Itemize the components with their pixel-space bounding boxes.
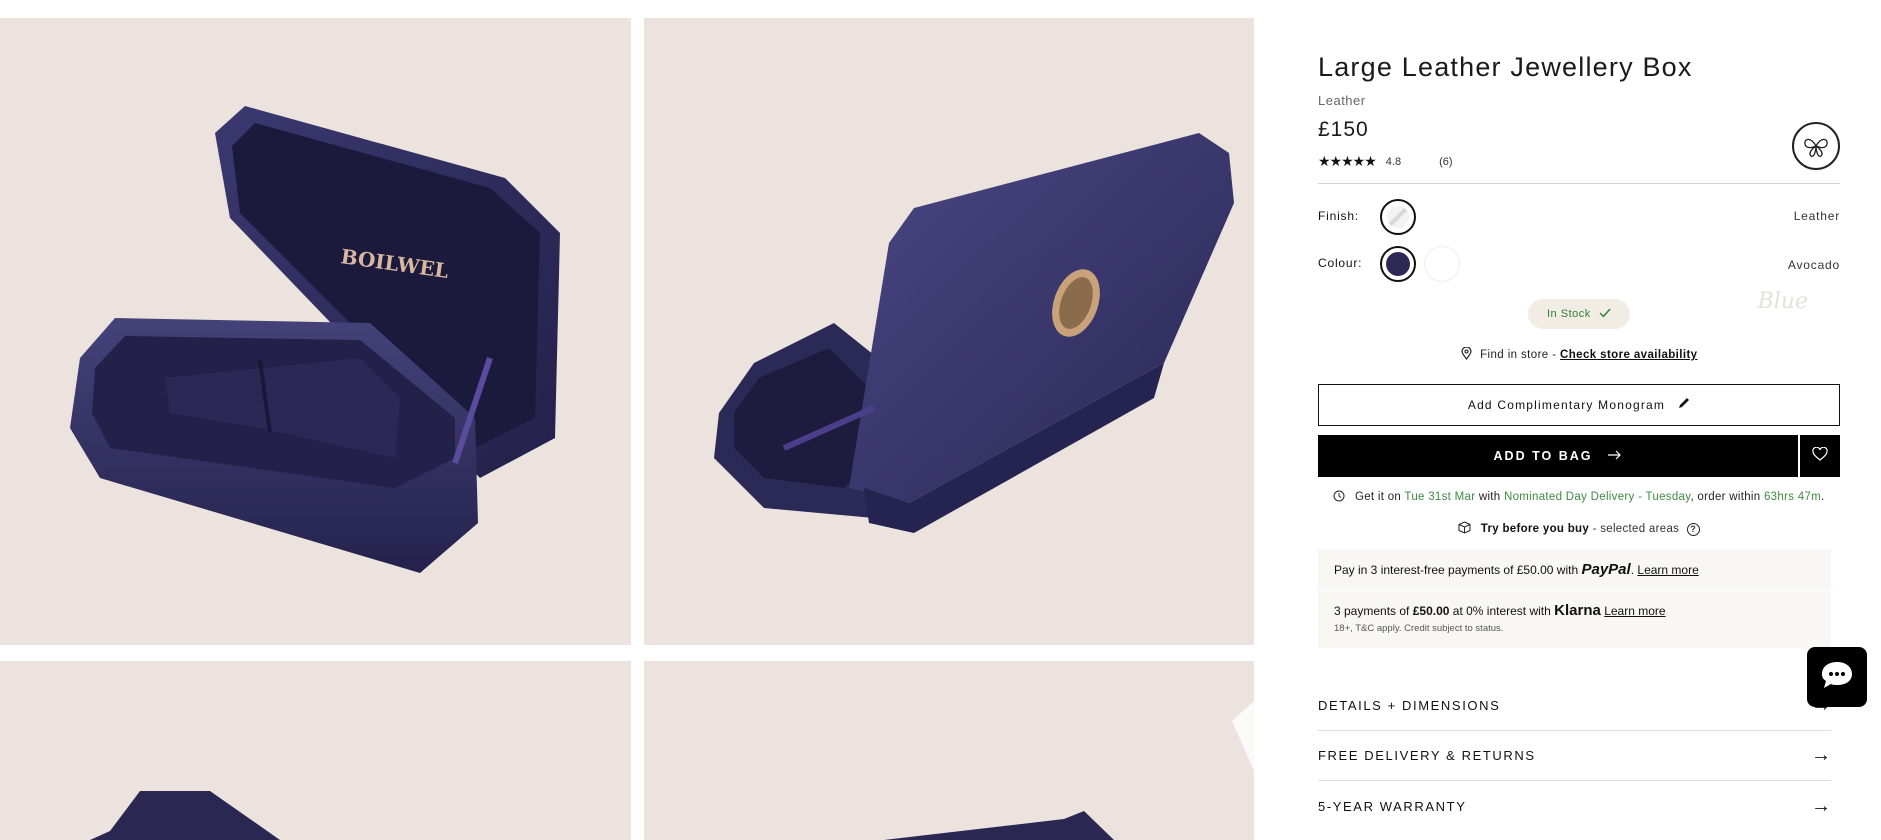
delivery-prefix: Get it on <box>1354 491 1402 503</box>
delivery-estimate: Get it on Tue 31st Mar with Nominated Da… <box>1318 490 1840 503</box>
product-material: Leather <box>1318 93 1366 108</box>
package-icon <box>1458 521 1481 535</box>
klarna-post: at 0% interest with <box>1452 604 1551 618</box>
paypal-logo: PayPal <box>1581 561 1631 578</box>
klarna-learn-more-link[interactable]: Learn more <box>1604 604 1665 618</box>
monogram-label: Add Complimentary Monogram <box>1467 398 1666 412</box>
try-before-bold: Try before you buy <box>1480 523 1590 535</box>
finish-label: Finish: <box>1318 209 1359 223</box>
check-icon <box>1599 308 1611 321</box>
clock-icon <box>1333 490 1355 503</box>
klarna-pre: 3 payments of <box>1334 604 1410 618</box>
gallery-image-open-box[interactable]: BOILWEL <box>0 18 631 645</box>
klarna-terms: 18+, T&C apply. Credit subject to status… <box>1334 623 1504 634</box>
accordion-warranty[interactable]: 5-YEAR WARRANTY → <box>1318 781 1831 831</box>
delivery-date: Tue 31st Mar <box>1404 491 1476 503</box>
finish-value: Leather <box>1793 209 1840 223</box>
product-rating[interactable]: ★★★★★ 4.8 (6) <box>1318 153 1453 170</box>
accordion-label: 5-YEAR WARRANTY <box>1318 798 1467 814</box>
gallery-image-lid-detail[interactable] <box>0 661 631 840</box>
check-store-availability-link[interactable]: Check store availability <box>1560 349 1697 361</box>
colour-label: Colour: <box>1318 256 1363 270</box>
location-pin-icon <box>1460 346 1481 361</box>
stock-status-badge: In Stock <box>1528 299 1630 329</box>
klarna-logo: Klarna <box>1554 602 1601 619</box>
wishlist-heart-button[interactable] <box>1800 435 1840 477</box>
gallery-image-closed-box[interactable] <box>644 18 1254 645</box>
payment-options-box: Pay in 3 interest-free payments of £50.0… <box>1318 549 1831 648</box>
heart-icon <box>1812 446 1828 466</box>
add-monogram-button[interactable]: Add Complimentary Monogram <box>1318 384 1840 426</box>
accordion-free-delivery-returns[interactable]: FREE DELIVERY & RETURNS → <box>1318 731 1831 781</box>
paypal-text: Pay in 3 interest-free payments of £50.0… <box>1334 563 1579 577</box>
paypal-dot: . <box>1630 563 1635 577</box>
add-to-bag-label: ADD TO BAG <box>1493 449 1593 463</box>
chat-bubble-icon <box>1820 660 1854 695</box>
delivery-with: with <box>1478 491 1501 503</box>
stock-label: In Stock <box>1547 308 1591 320</box>
find-in-store: Find in store - Check store availability <box>1318 346 1840 361</box>
pen-icon <box>1677 397 1690 413</box>
product-details-panel: Large Leather Jewellery Box Leather £150… <box>1318 0 1840 840</box>
colour-swatch-white[interactable] <box>1424 246 1460 282</box>
colour-hover-label: Blue <box>1757 289 1808 314</box>
chat-widget-button[interactable] <box>1807 647 1867 707</box>
divider <box>1318 590 1831 591</box>
find-in-store-text: Find in store - <box>1480 349 1557 361</box>
colour-value: Avocado <box>1787 258 1840 272</box>
arrow-right-icon: → <box>1811 794 1831 817</box>
product-title: Large Leather Jewellery Box <box>1318 52 1693 82</box>
paypal-row: Pay in 3 interest-free payments of £50.0… <box>1334 561 1699 578</box>
colour-swatch-navy[interactable] <box>1380 246 1416 282</box>
product-price: £150 <box>1318 118 1369 141</box>
delivery-order-within: , order within <box>1690 491 1761 503</box>
arrow-right-icon <box>1608 449 1622 463</box>
klarna-amount: £50.00 <box>1412 604 1450 618</box>
butterfly-icon <box>1792 122 1840 170</box>
finish-swatch-leather[interactable] <box>1380 199 1416 235</box>
divider <box>1318 183 1840 184</box>
gallery-image-side-detail[interactable] <box>644 661 1254 840</box>
add-to-bag-button[interactable]: ADD TO BAG <box>1318 435 1798 477</box>
accordion-label: DETAILS + DIMENSIONS <box>1318 698 1501 713</box>
rating-stars-icon: ★★★★★ <box>1318 153 1377 169</box>
arrow-right-icon: → <box>1811 744 1831 766</box>
try-before-you-buy: Try before you buy - selected areas ? <box>1318 521 1840 536</box>
rating-value: 4.8 <box>1385 155 1402 168</box>
paypal-learn-more-link[interactable]: Learn more <box>1637 563 1698 577</box>
product-gallery: BOILWEL <box>0 0 1254 840</box>
klarna-row: 3 payments of £50.00 at 0% interest with… <box>1334 602 1666 619</box>
accordion-details-dimensions[interactable]: DETAILS + DIMENSIONS → <box>1318 681 1831 731</box>
help-question-icon[interactable]: ? <box>1686 523 1700 536</box>
delivery-end: . <box>1821 491 1825 503</box>
review-count[interactable]: (6) <box>1439 156 1452 168</box>
delivery-countdown: 63hrs 47m <box>1763 491 1822 503</box>
try-before-rest: - selected areas <box>1592 523 1680 535</box>
delivery-method: Nominated Day Delivery - Tuesday <box>1504 491 1691 503</box>
accordion-label: FREE DELIVERY & RETURNS <box>1318 748 1536 763</box>
